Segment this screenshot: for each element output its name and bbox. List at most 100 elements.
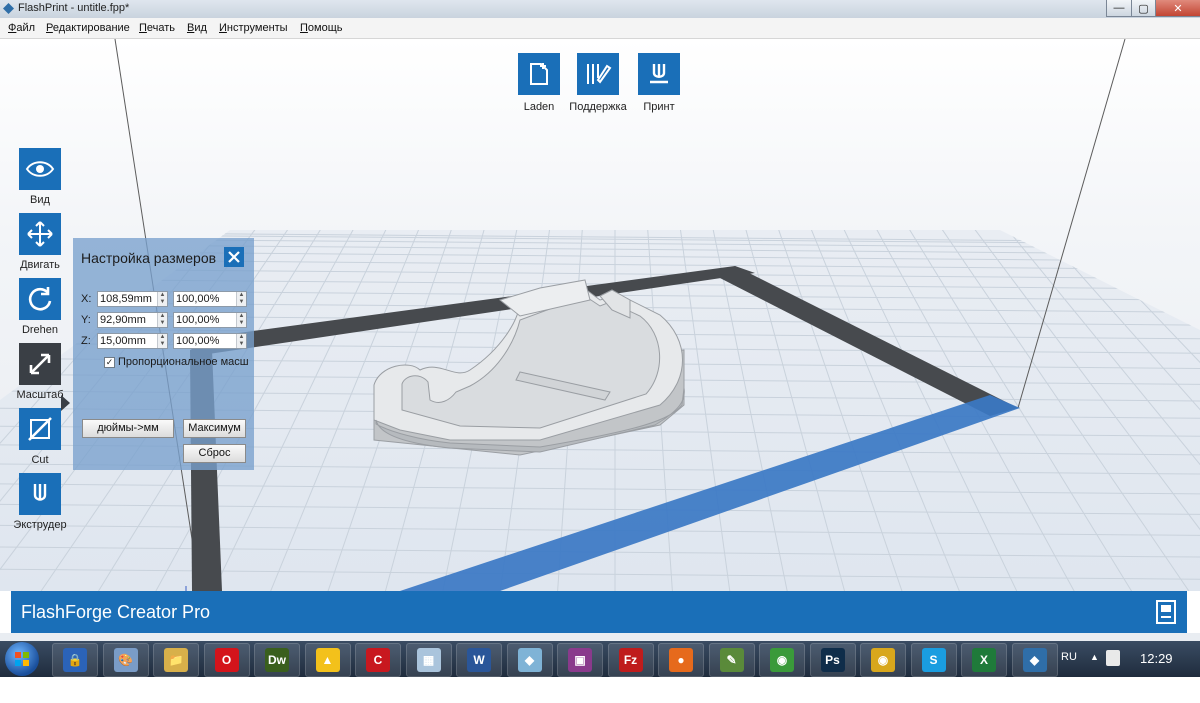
extruder-print-icon: [650, 64, 668, 84]
panel-close-button[interactable]: [224, 247, 244, 267]
extruder-icon: [33, 484, 47, 501]
move-arrows-icon: [27, 221, 53, 247]
menu-file[interactable]: Файл: [8, 22, 35, 34]
start-button[interactable]: [5, 642, 39, 676]
x-mm-input[interactable]: 108,59mm ▲ ▼: [97, 291, 168, 307]
notepad-app-icon: ✎: [719, 648, 744, 672]
rotate-tool[interactable]: Drehen: [10, 278, 70, 336]
security-app-taskbar-button[interactable]: 🔒: [52, 643, 98, 677]
app-red-icon: C: [366, 648, 390, 672]
y-mm-input[interactable]: 92,90mm ▲ ▼: [97, 312, 168, 328]
extruder-tool[interactable]: Экструдер: [10, 473, 70, 531]
menu-help[interactable]: Помощь: [300, 22, 343, 34]
clock[interactable]: 12:29: [1140, 651, 1173, 666]
y-axis-label: Y:: [81, 314, 91, 326]
app-yellow-taskbar-button[interactable]: ▲: [304, 643, 351, 677]
paint-app-taskbar-button[interactable]: 🎨: [102, 643, 149, 677]
winrar-app-taskbar-button[interactable]: ▣: [557, 643, 603, 677]
tray-expand-icon[interactable]: ▲: [1090, 652, 1099, 662]
chrome-app-taskbar-button[interactable]: ◉: [759, 643, 805, 677]
y-mm-value: 92,90mm: [100, 314, 146, 326]
x-mm-value: 108,59mm: [100, 293, 152, 305]
winrar-app-icon: ▣: [568, 648, 592, 672]
y-pct-input[interactable]: 100,00% ▲ ▼: [173, 312, 247, 328]
print-button[interactable]: Принт: [629, 53, 689, 113]
app-glass-taskbar-button[interactable]: ◆: [506, 643, 553, 677]
word-app-taskbar-button[interactable]: W: [456, 643, 502, 677]
cut-icon: [28, 417, 52, 441]
excel-app-taskbar-button[interactable]: X: [961, 643, 1007, 677]
opera-app-taskbar-button[interactable]: O: [203, 643, 250, 677]
scale-tile: [19, 343, 61, 385]
spin-arrows-icon[interactable]: ▲ ▼: [236, 313, 246, 327]
flashprint-app-taskbar-button[interactable]: ◆: [1011, 643, 1058, 677]
skype-app-icon: S: [921, 648, 946, 672]
app-red-taskbar-button[interactable]: C: [355, 643, 401, 677]
z-pct-input[interactable]: 100,00% ▲ ▼: [173, 333, 247, 349]
minimize-icon: —: [1113, 2, 1125, 14]
scale-diagonal-icon: [29, 353, 51, 375]
view-tile: [19, 148, 61, 190]
tray-app-icon[interactable]: [1106, 650, 1120, 666]
print-tile: [638, 53, 680, 95]
filezilla-app-taskbar-button[interactable]: Fz: [607, 643, 654, 677]
cut-tool[interactable]: Cut: [10, 408, 70, 466]
language-indicator[interactable]: RU: [1061, 651, 1077, 663]
x-pct-input[interactable]: 100,00% ▲ ▼: [173, 291, 247, 307]
window-title-bar: FlashPrint - untitle.fpp* — ▢ ✕: [0, 0, 1200, 18]
maximize-button[interactable]: ▢: [1131, 0, 1156, 17]
calculator-app-taskbar-button[interactable]: ▦: [405, 643, 452, 677]
z-pct-value: 100,00%: [176, 335, 220, 347]
close-button[interactable]: ✕: [1155, 0, 1200, 17]
photoshop-app-taskbar-button[interactable]: Ps: [809, 643, 856, 677]
word-app-icon: W: [467, 648, 491, 672]
app-yellow-icon: ▲: [315, 648, 340, 672]
z-mm-input[interactable]: 15,00mm ▲ ▼: [97, 333, 168, 349]
support-pencil-icon: [587, 64, 612, 84]
explorer-app-icon: 📁: [164, 648, 188, 672]
z-mm-value: 15,00mm: [100, 335, 146, 347]
photoshop-app-icon: Ps: [820, 648, 845, 672]
screen-bottom-margin: [0, 677, 1200, 703]
spin-arrows-icon[interactable]: ▲ ▼: [157, 292, 167, 306]
print-label: Принт: [643, 101, 675, 113]
support-label: Поддержка: [569, 101, 627, 113]
proportional-checkbox[interactable]: ✓: [104, 357, 115, 368]
chrome-app-2-taskbar-button[interactable]: ◉: [860, 643, 906, 677]
explorer-app-taskbar-button[interactable]: 📁: [153, 643, 199, 677]
windows-logo-icon: [15, 652, 29, 666]
firefox-app-taskbar-button[interactable]: ●: [658, 643, 704, 677]
reset-button[interactable]: Сброс: [183, 444, 246, 463]
firefox-app-icon: ●: [669, 648, 693, 672]
skype-app-taskbar-button[interactable]: S: [910, 643, 957, 677]
spin-arrows-icon[interactable]: ▲ ▼: [236, 292, 246, 306]
minimize-button[interactable]: —: [1106, 0, 1132, 17]
menu-edit[interactable]: Редактирование: [46, 22, 130, 34]
spin-arrows-icon[interactable]: ▲ ▼: [157, 313, 167, 327]
dreamweaver-app-taskbar-button[interactable]: Dw: [254, 643, 300, 677]
support-button[interactable]: Поддержка: [568, 53, 628, 113]
menu-bar: Файл Редактирование Печать Вид Инструмен…: [0, 18, 1200, 39]
view-tool[interactable]: Вид: [10, 148, 70, 206]
inches-to-mm-button[interactable]: дюймы->мм: [82, 419, 174, 438]
cut-label: Cut: [31, 454, 49, 466]
windows-taskbar: 🔒 🎨 📁 O Dw ▲ C ▦ W ◆ ▣ Fz ● ✎ ◉ Ps ◉ S X ◆ RU ▲ 12:29: [0, 641, 1200, 677]
notepad-app-taskbar-button[interactable]: ✎: [708, 643, 755, 677]
spin-arrows-icon[interactable]: ▲ ▼: [236, 334, 246, 348]
load-tile: [518, 53, 560, 95]
menu-view[interactable]: Вид: [187, 22, 207, 34]
load-button[interactable]: Laden: [509, 53, 569, 113]
menu-tools[interactable]: Инструменты: [219, 22, 288, 34]
scale-tool[interactable]: Масштаб: [10, 343, 70, 401]
close-icon: [228, 251, 240, 263]
view-label: Вид: [30, 194, 50, 206]
security-app-icon: 🔒: [63, 648, 87, 672]
excel-app-icon: X: [972, 648, 996, 672]
window-title: FlashPrint - untitle.fpp*: [18, 2, 130, 14]
spin-arrows-icon[interactable]: ▲ ▼: [157, 334, 167, 348]
menu-print[interactable]: Печать: [139, 22, 175, 34]
move-tool[interactable]: Двигать: [10, 213, 70, 271]
maximum-button[interactable]: Максимум: [183, 419, 246, 438]
move-tile: [19, 213, 61, 255]
printer-connect-icon[interactable]: [1153, 599, 1179, 625]
